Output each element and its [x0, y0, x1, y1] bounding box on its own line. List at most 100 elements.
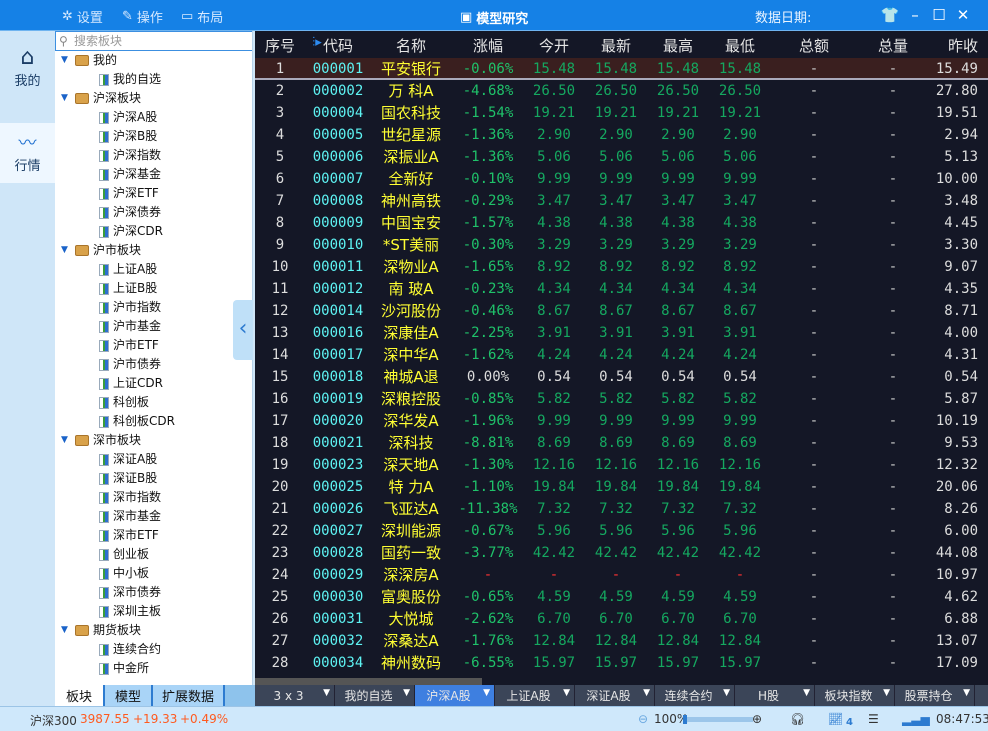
expand-triangle-icon[interactable]: ▼	[61, 431, 71, 450]
tree-item[interactable]: 沪深ETF	[99, 184, 159, 203]
column-header[interactable]: 代码	[323, 35, 353, 56]
tree-item[interactable]: 深市债券	[99, 583, 161, 602]
bottom-tab[interactable]: 3 x 3▼	[255, 685, 335, 706]
nav-market[interactable]: 〰行情	[0, 123, 55, 183]
table-row[interactable]: 11000012南 玻A-0.23%4.344.344.344.34--4.35	[255, 278, 988, 300]
bottom-tab[interactable]: 连续合约▼	[655, 685, 735, 706]
list-icon[interactable]: ☰	[868, 712, 879, 726]
table-row[interactable]: 7000008神州高铁-0.29%3.473.473.473.47--3.48	[255, 190, 988, 212]
bottom-tab[interactable]: 深证A股▼	[575, 685, 655, 706]
table-row[interactable]: 5000006深振业A-1.36%5.065.065.065.06--5.13	[255, 146, 988, 168]
horizontal-scrollbar[interactable]	[255, 678, 482, 685]
chart-window-icon[interactable]: 📈︎	[828, 712, 843, 726]
table-row[interactable]: 8000009中国宝安-1.57%4.384.384.384.38--4.45	[255, 212, 988, 234]
dropdown-arrow-icon[interactable]: ▼	[643, 688, 650, 698]
skin-icon[interactable]: 👕	[880, 5, 900, 25]
table-row[interactable]: 16000019深粮控股-0.85%5.825.825.825.82--5.87	[255, 388, 988, 410]
tree-item[interactable]: 创业板	[99, 545, 149, 564]
tree-item[interactable]: 深证B股	[99, 469, 157, 488]
dropdown-arrow-icon[interactable]: ▼	[483, 688, 490, 698]
tree-item[interactable]: 科创板CDR	[99, 412, 175, 431]
expand-triangle-icon[interactable]: ▼	[61, 89, 71, 108]
table-row[interactable]: 4000005世纪星源-1.36%2.902.902.902.90--2.94	[255, 124, 988, 146]
close-button[interactable]: ✕	[953, 5, 973, 25]
tree-item[interactable]: 沪市指数	[99, 298, 161, 317]
nav-mine[interactable]: ⌂我的	[0, 41, 55, 101]
tree-item[interactable]: 深证A股	[99, 450, 157, 469]
column-header[interactable]: 涨幅	[473, 35, 503, 56]
settings-menu[interactable]: ✲设置	[62, 7, 103, 26]
table-row[interactable]: 19000023深天地A-1.30%12.1612.1612.1612.16--…	[255, 454, 988, 476]
column-header[interactable]: 最新	[601, 35, 631, 56]
tree-item[interactable]: 沪深B股	[99, 127, 157, 146]
bottom-tab[interactable]: 我的自选▼	[335, 685, 415, 706]
bottom-tab[interactable]: 股票持仓▼	[895, 685, 975, 706]
collapse-panel-button[interactable]: ‹	[233, 300, 253, 360]
table-row[interactable]: 26000031大悦城-2.62%6.706.706.706.70--6.88	[255, 608, 988, 630]
dropdown-arrow-icon[interactable]: ▼	[883, 688, 890, 698]
table-row[interactable]: 20000025特 力A-1.10%19.8419.8419.8419.84--…	[255, 476, 988, 498]
tree-item[interactable]: 沪深指数	[99, 146, 161, 165]
tree-item[interactable]: 上证CDR	[99, 374, 163, 393]
dropdown-arrow-icon[interactable]: ▼	[563, 688, 570, 698]
table-row[interactable]: 28000034神州数码-6.55%15.9715.9715.9715.97--…	[255, 652, 988, 674]
tree-item[interactable]: 沪深债券	[99, 203, 161, 222]
expand-triangle-icon[interactable]: ▼	[61, 51, 71, 70]
table-row[interactable]: 23000028国药一致-3.77%42.4242.4242.4242.42--…	[255, 542, 988, 564]
tree-item[interactable]: 沪市基金	[99, 317, 161, 336]
tree-item[interactable]: 中金所	[99, 659, 149, 678]
bottom-tab[interactable]: 沪深A股▼	[415, 685, 495, 706]
tree-item[interactable]: 深圳主板	[99, 602, 161, 621]
tree-group[interactable]: ▼沪深板块	[61, 89, 141, 108]
dropdown-arrow-icon[interactable]: ▼	[803, 688, 810, 698]
column-header[interactable]: 最低	[725, 35, 755, 56]
expand-triangle-icon[interactable]: ▼	[61, 621, 71, 640]
tree-item[interactable]: 沪深A股	[99, 108, 157, 127]
table-row[interactable]: 21000026飞亚达A-11.38%7.327.327.327.32--8.2…	[255, 498, 988, 520]
table-row[interactable]: 2000002万 科A-4.68%26.5026.5026.5026.50--2…	[255, 80, 988, 102]
search-input[interactable]: ⚲搜索板块	[55, 31, 253, 51]
dropdown-arrow-icon[interactable]: ▼	[323, 688, 330, 698]
tree-item[interactable]: 我的自选	[99, 70, 161, 89]
column-header[interactable]: 最高	[663, 35, 693, 56]
column-header[interactable]: 序号	[265, 35, 295, 56]
tree-item[interactable]: 科创板	[99, 393, 149, 412]
expand-triangle-icon[interactable]: ▼	[61, 241, 71, 260]
tree-group[interactable]: ▼期货板块	[61, 621, 141, 640]
column-header[interactable]: 今开	[539, 35, 569, 56]
column-header[interactable]: 总额	[799, 35, 829, 56]
tree-item[interactable]: 深市ETF	[99, 526, 159, 545]
tree-item[interactable]: 沪深基金	[99, 165, 161, 184]
zoom-out-icon[interactable]: ⊖	[638, 712, 648, 726]
table-row[interactable]: 25000030富奥股份-0.65%4.594.594.594.59--4.62	[255, 586, 988, 608]
table-row[interactable]: 12000014沙河股份-0.46%8.678.678.678.67--8.71	[255, 300, 988, 322]
table-row[interactable]: 3000004国农科技-1.54%19.2119.2119.2119.21--1…	[255, 102, 988, 124]
dropdown-arrow-icon[interactable]: ▼	[403, 688, 410, 698]
dropdown-arrow-icon[interactable]: ▼	[963, 688, 970, 698]
table-row[interactable]: 24000029深深房A-------10.97	[255, 564, 988, 586]
tree-item[interactable]: 沪深CDR	[99, 222, 163, 241]
minimize-button[interactable]: –	[905, 5, 925, 25]
table-row[interactable]: 27000032深桑达A-1.76%12.8412.8412.8412.84--…	[255, 630, 988, 652]
table-row[interactable]: 13000016深康佳A-2.25%3.913.913.913.91--4.00	[255, 322, 988, 344]
maximize-button[interactable]: ☐	[929, 5, 949, 25]
table-row[interactable]: 10000011深物业A-1.65%8.928.928.928.92--9.07	[255, 256, 988, 278]
bottom-tab[interactable]: H股▼	[735, 685, 815, 706]
table-row[interactable]: 6000007全新好-0.10%9.999.999.999.99--10.00	[255, 168, 988, 190]
zoom-in-icon[interactable]: ⊕	[752, 712, 762, 726]
table-row[interactable]: 17000020深华发A-1.96%9.999.999.999.99--10.1…	[255, 410, 988, 432]
table-row[interactable]: 1000001平安银行-0.06%15.4815.4815.4815.48--1…	[255, 58, 988, 80]
tab-model[interactable]: 模型	[105, 685, 153, 706]
tree-item[interactable]: 沪市债券	[99, 355, 161, 374]
column-header[interactable]: 总量	[878, 35, 908, 56]
tree-item[interactable]: 上证B股	[99, 279, 157, 298]
bottom-tab[interactable]: 上证A股▼	[495, 685, 575, 706]
zoom-slider[interactable]	[683, 717, 753, 722]
column-header[interactable]: 昨收	[948, 35, 978, 56]
tree-item[interactable]: 深市指数	[99, 488, 161, 507]
tree-group[interactable]: ▼沪市板块	[61, 241, 141, 260]
tree-group[interactable]: ▼我的	[61, 51, 117, 70]
tree-item[interactable]: 连续合约	[99, 640, 161, 659]
tab-sector[interactable]: 板块	[55, 685, 105, 706]
table-row[interactable]: 15000018神城A退0.00%0.540.540.540.54--0.54	[255, 366, 988, 388]
